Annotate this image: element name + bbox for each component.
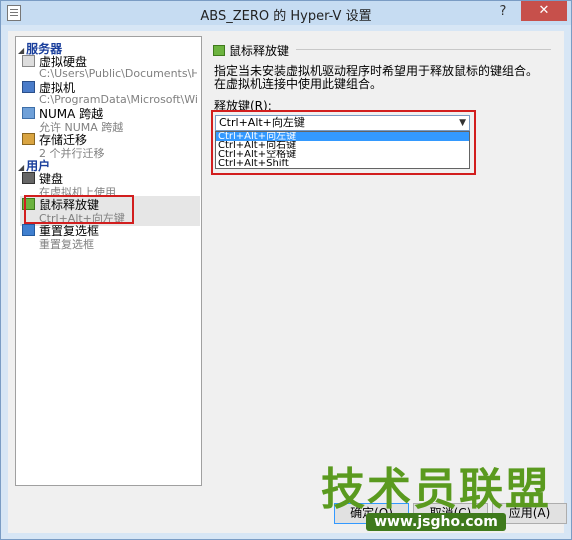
dialog-body: ◢服务器 虚拟硬盘 C:\Users\Public\Documents\Hype…	[8, 31, 567, 533]
keyboard-icon	[22, 172, 35, 184]
vm-icon	[22, 81, 35, 93]
disk-icon	[22, 55, 35, 67]
details-pane: 鼠标释放键 指定当未安装虚拟机驱动程序时希望用于释放鼠标的键组合。在虚拟机连接中…	[208, 36, 558, 486]
description-text: 指定当未安装虚拟机驱动程序时希望用于释放鼠标的键组合。在虚拟机连接中使用此键组合…	[214, 64, 539, 91]
close-button[interactable]: ✕	[521, 1, 567, 21]
help-button[interactable]: ?	[491, 3, 515, 21]
settings-tree[interactable]: ◢服务器 虚拟硬盘 C:\Users\Public\Documents\Hype…	[15, 36, 202, 486]
highlight-box-sidebar	[24, 195, 134, 224]
tree-item-detail: 重置复选框	[39, 238, 94, 251]
window-title: ABS_ZERO 的 Hyper-V 设置	[200, 9, 372, 24]
watermark-logo: 技术员联盟 www.jsgho.com	[321, 467, 551, 531]
tree-item-reset-checkboxes[interactable]: 重置复选框 重置复选框	[20, 222, 200, 252]
settings-window: ABS_ZERO 的 Hyper-V 设置 ? ✕ ◢ 服务器 虚拟硬盘 C:\U…	[0, 0, 572, 540]
tree-item-detail: 2 个并行迁移	[39, 147, 105, 160]
mouse-icon	[213, 45, 225, 56]
migration-icon	[22, 133, 35, 145]
title-bar[interactable]: ABS_ZERO 的 Hyper-V 设置 ? ✕	[1, 1, 571, 25]
section-title: 鼠标释放键	[213, 42, 289, 59]
reset-icon	[22, 224, 35, 236]
section-divider	[296, 49, 551, 50]
numa-icon	[22, 107, 35, 119]
highlight-box-dropdown	[211, 110, 476, 175]
watermark-url: www.jsgho.com	[366, 513, 506, 531]
watermark-title: 技术员联盟	[321, 464, 551, 515]
